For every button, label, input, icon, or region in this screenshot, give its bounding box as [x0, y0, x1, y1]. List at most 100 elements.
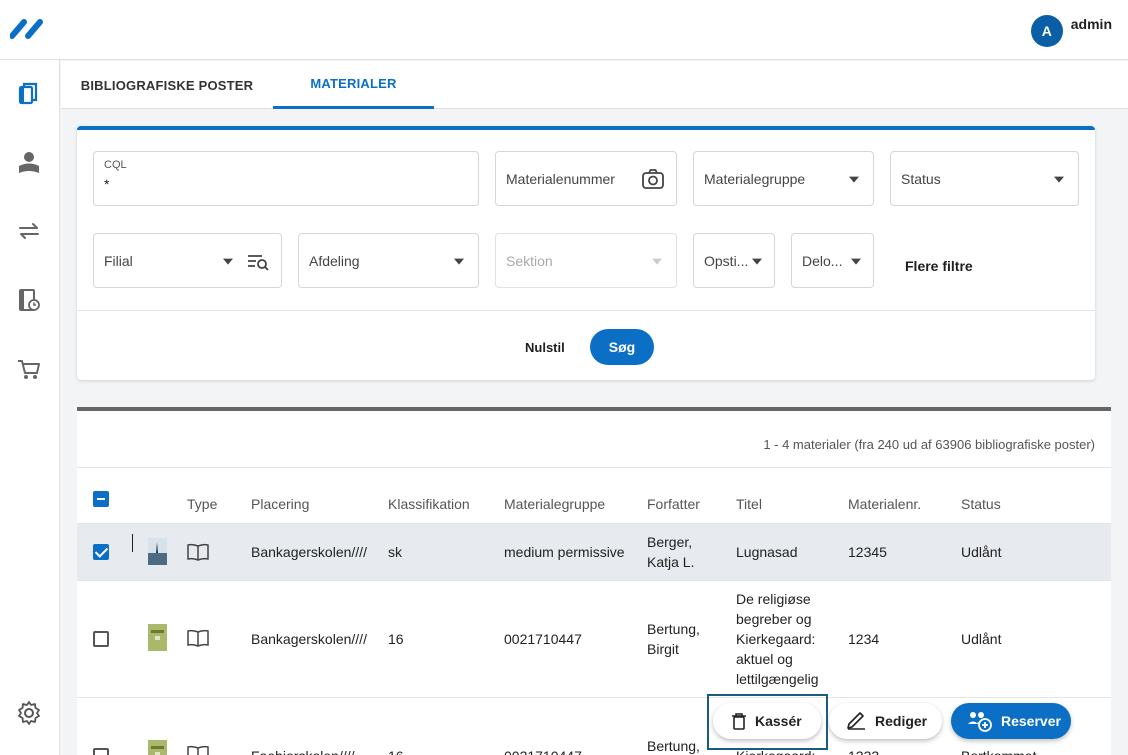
material-group-cell: 0021710447 [504, 746, 582, 755]
placement-cell: Bankagerskolen//// [251, 631, 367, 647]
material-number-cell: 1233 [848, 746, 879, 755]
material-group-select[interactable]: Materialegruppe [693, 151, 874, 206]
book-open-icon [187, 629, 209, 647]
table-row[interactable]: Bankagerskolen//// sk medium permissive … [77, 524, 1111, 580]
reset-button[interactable]: Nulstil [525, 340, 565, 355]
column-header-type[interactable]: Type [187, 496, 217, 512]
pencil-icon [847, 712, 865, 730]
delo-placeholder: Delo... [802, 252, 843, 269]
delo-select[interactable]: Delo... [791, 233, 874, 288]
row-checkbox[interactable] [93, 748, 109, 755]
side-rail [0, 60, 60, 755]
chevron-down-icon [1054, 176, 1064, 183]
author-cell: Berger, Katja L. [647, 532, 694, 572]
text-cursor [132, 534, 133, 552]
status-cell: Udlånt [961, 631, 1002, 647]
result-count: 1 - 4 materialer (fra 240 ud af 63906 bi… [763, 437, 1095, 452]
cql-input[interactable]: CQL * [93, 151, 479, 206]
title-line: begreber og [736, 611, 812, 627]
select-all-checkbox[interactable] [93, 491, 109, 507]
column-header-classification[interactable]: Klassifikation [388, 496, 470, 512]
placement-select[interactable]: Opsti... [693, 233, 775, 288]
logo-icon[interactable] [10, 18, 46, 40]
material-number-cell: 12345 [848, 544, 887, 560]
author-line: Berger, [647, 534, 693, 550]
main-content: BIBLIOGRAFISKE POSTER MATERIALER CQL * M… [61, 61, 1128, 755]
material-number-input[interactable]: Materialenummer [495, 151, 677, 206]
chevron-down-icon [849, 176, 859, 183]
branch-select[interactable]: Filial [93, 233, 282, 288]
title-cell[interactable]: Kierkegaard: [736, 746, 815, 755]
chevron-down-icon [454, 258, 464, 265]
cart-icon[interactable] [16, 356, 42, 382]
more-filters-button[interactable]: Flere filtre [905, 258, 973, 274]
column-header-title[interactable]: Titel [736, 496, 762, 512]
due-date-icon[interactable] [16, 287, 42, 313]
material-group-cell: medium permissive [504, 544, 625, 560]
author-cell: Bertung, [647, 738, 700, 754]
title-line: aktuel og [736, 651, 793, 667]
classification-cell: 16 [388, 746, 404, 755]
column-header-placement[interactable]: Placering [251, 496, 309, 512]
status-placeholder: Status [901, 170, 941, 187]
author-line: Katja L. [647, 554, 695, 570]
column-header-status[interactable]: Status [961, 496, 1001, 512]
results-table: 1 - 4 materialer (fra 240 ud af 63906 bi… [77, 407, 1111, 755]
discard-button[interactable]: Kassér [713, 703, 821, 739]
username: admin [1070, 16, 1112, 32]
author-line: Birgit [647, 641, 679, 657]
section-select: Sektion [495, 233, 677, 288]
transfer-icon[interactable] [16, 218, 42, 244]
user-menu[interactable]: A admin [1030, 14, 1112, 47]
table-row[interactable]: Bankagerskolen//// 16 0021710447 Bertung… [77, 581, 1111, 697]
column-header-material-group[interactable]: Materialegruppe [504, 496, 605, 512]
chevron-down-icon [652, 258, 662, 265]
title-line: lettilgængelig [736, 671, 819, 687]
edit-button[interactable]: Rediger [829, 703, 942, 739]
classification-cell: 16 [388, 631, 404, 647]
status-select[interactable]: Status [890, 151, 1079, 206]
avatar[interactable]: A [1030, 15, 1063, 47]
reserve-label: Reserver [1001, 713, 1061, 729]
title-cell[interactable]: De religiøse begreber og Kierkegaard: ak… [736, 589, 819, 689]
book-open-icon [187, 745, 209, 755]
reserve-button[interactable]: Reserver [951, 703, 1071, 739]
trash-icon [732, 713, 746, 730]
book-open-icon [187, 543, 209, 561]
tab-bibliographic-records[interactable]: BIBLIOGRAFISKE POSTER [61, 61, 273, 109]
cover-image[interactable] [148, 624, 167, 651]
cover-image[interactable] [148, 740, 167, 755]
edit-label: Rediger [875, 713, 928, 729]
branch-placeholder: Filial [104, 252, 133, 269]
cover-image[interactable] [148, 538, 167, 565]
author-line: Bertung, [647, 621, 700, 637]
settings-icon[interactable] [16, 700, 42, 726]
patron-icon[interactable] [16, 149, 42, 175]
material-number-cell: 1234 [848, 631, 880, 647]
camera-icon[interactable] [640, 166, 666, 192]
title-cell[interactable]: Lugnasad [736, 542, 798, 562]
author-cell: Bertung, Birgit [647, 619, 700, 659]
tab-materials[interactable]: MATERIALER [273, 61, 434, 109]
filter-search-icon[interactable] [245, 248, 271, 274]
row-checkbox[interactable] [93, 544, 109, 560]
placement-placeholder: Opsti... [704, 252, 749, 269]
chevron-down-icon [851, 258, 861, 265]
department-select[interactable]: Afdeling [298, 233, 479, 288]
title-line: Kierkegaard: [736, 631, 816, 647]
placement-cell: Faebierskolen//// [251, 746, 355, 755]
discard-label: Kassér [755, 713, 802, 729]
status-cell: Udlånt [961, 544, 1002, 560]
status-cell: Bortkommet [961, 746, 1036, 755]
column-header-material-number[interactable]: Materialenr. [848, 496, 921, 512]
title-line: De religiøse [736, 591, 811, 607]
row-checkbox[interactable] [93, 631, 109, 647]
search-button[interactable]: Søg [590, 329, 654, 365]
chevron-down-icon [752, 258, 762, 265]
tab-bar: BIBLIOGRAFISKE POSTER MATERIALER [61, 61, 1128, 109]
column-header-author[interactable]: Forfatter [647, 496, 700, 512]
books-icon[interactable] [16, 80, 42, 106]
search-panel: CQL * Materialenummer Materialegruppe St… [77, 126, 1095, 380]
top-bar: A admin [0, 0, 1128, 60]
material-group-cell: 0021710447 [504, 631, 582, 647]
